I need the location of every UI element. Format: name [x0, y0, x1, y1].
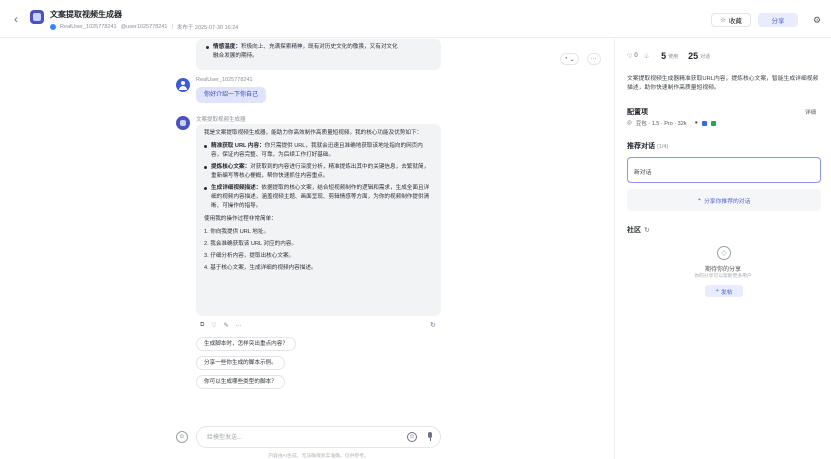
thumbs-down-icon[interactable]: ♤	[644, 53, 649, 60]
bot-avatar	[176, 116, 190, 130]
plus-icon: +	[715, 288, 719, 294]
bot-meta: RealUser_1025778241 @user1025778241 | 发布…	[50, 22, 238, 31]
empty-state-icon: ◇	[717, 246, 731, 260]
more-button[interactable]: ···	[586, 53, 601, 65]
suggestion-chip[interactable]: 你可以生成哪些类型的脚本？	[196, 375, 285, 389]
previous-bot-message: 情感温度：积极向上、充满探索精神，既有对历史文化的敬畏，又有对文化 融合发展的期待…	[196, 39, 441, 70]
bot-name: 文案提取视频生成器	[196, 117, 246, 123]
message-input-box: ☺	[196, 426, 441, 448]
plugin-icon: ●	[694, 120, 698, 126]
bot-title: 文案提取视频生成器	[50, 10, 122, 19]
step-item: 1. 你向我提供 URL 地址。	[204, 229, 270, 235]
top-bar: ‹ 文案提取视频生成器 RealUser_1025778241 @user102…	[0, 0, 831, 38]
config-detail-link[interactable]: 详细	[805, 108, 816, 116]
model-name: 豆包 · 1.5 · Pro · 32k	[635, 121, 687, 127]
recommend-item[interactable]: 新对话	[627, 157, 821, 183]
plugin-icon-green	[710, 120, 716, 126]
new-chat-icon[interactable]: ☺	[176, 431, 188, 443]
suggestion-chip[interactable]: 分享一些你生成的脚本示例。	[196, 356, 285, 370]
chats-stat: 25 对话	[688, 51, 711, 61]
empty-state-subtitle: 你的分享可以帮助更多用户	[694, 274, 752, 279]
publish-date: 发布于 2025-07-30 16:24	[176, 24, 239, 31]
chevron-down-icon: ⌄	[569, 56, 575, 63]
plugin-icon-blue	[701, 120, 707, 126]
publish-post-button[interactable]: + 发帖	[705, 285, 743, 297]
back-icon[interactable]: ‹	[10, 12, 22, 26]
disclaimer-text: 内容由AI生成，无法确保真实准确，仅供参考。	[268, 454, 369, 459]
gear-icon[interactable]: ⚙	[810, 13, 824, 27]
copy-icon[interactable]: ⧉	[200, 322, 204, 329]
author-avatar-icon	[50, 23, 56, 30]
author-id: @user1025778241	[120, 23, 168, 30]
model-icon: ◎	[627, 120, 632, 126]
share-recommend-button[interactable]: + 分享你推荐的对话	[627, 189, 821, 211]
users-stat: 5 使用	[661, 51, 679, 61]
feature-item: 提炼核心文案：对获取到的内容进行深度分析，精准提炼出其中的关键信息，去繁就简，重…	[204, 163, 433, 181]
regenerate-icon[interactable]: ↻	[430, 321, 436, 329]
bot-info-panel: ♡ 0 ♤ 5 使用 25 对话 文案提取视频生成器精准获取URL内容，提炼核心文案，…	[615, 39, 831, 459]
bot-avatar-small	[30, 10, 44, 24]
bot-description: 文案提取视频生成器精准获取URL内容，提炼核心文案，智能生成详细视频描述，助你快…	[627, 76, 819, 91]
feature-item: 精准获取 URL 内容：你只需提供 URL，我就会迅速且准确地获取该地址指向的网…	[204, 142, 433, 160]
message-actions: ⧉ ♡ ✎ ···	[200, 322, 242, 329]
refresh-icon[interactable]: ↻	[644, 226, 650, 234]
thumbs-up-icon: ♡	[627, 53, 633, 60]
config-title: 配置项	[627, 109, 648, 116]
star-icon: ☆	[720, 17, 726, 24]
community-title: 社区 ↻	[627, 226, 650, 234]
favorite-button[interactable]: ☆ 收藏	[711, 13, 751, 27]
intro-text: 我是文案提取视频生成器，能助力你高效制作高质量短视频。我的核心功能及优势如下：	[204, 130, 423, 136]
chat-area: ◔ ⌄ ··· 情感温度：积极向上、充满探索精神，既有对历史文化的敬畏，又有对文…	[0, 39, 614, 459]
config-row: ◎ 豆包 · 1.5 · Pro · 32k ●	[627, 119, 716, 127]
favorite-label: 收藏	[728, 18, 742, 25]
palette-icon: ◔	[564, 56, 568, 62]
usage-intro: 使用我的操作过程非常简单：	[204, 216, 277, 222]
feature-item: 生成详细视频描述：依据提取的核心文案，结合短视频制作的逻辑和需求，生成全面且详细…	[204, 184, 433, 211]
edit-icon[interactable]: ✎	[224, 322, 229, 329]
like-count[interactable]: ♡ 0	[627, 53, 638, 60]
list-item: 情感温度：积极向上、充满探索精神，既有对历史文化的敬畏，又有对文化 融合发展的期待…	[206, 43, 433, 61]
suggestion-chip[interactable]: 生成脚本时，怎样突出重点内容？	[196, 337, 296, 351]
bot-message: 我是文案提取视频生成器，能助力你高效制作高质量短视频。我的核心功能及优势如下： …	[196, 124, 441, 316]
user-message: 你好介绍一下你自己	[196, 87, 267, 103]
share-button[interactable]: 分享	[758, 13, 798, 27]
model-switch-button[interactable]: ◔ ⌄	[560, 53, 579, 65]
plus-icon: +	[697, 197, 701, 203]
author-name[interactable]: RealUser_1025778241	[60, 24, 117, 30]
chat-toolbar: ◔ ⌄ ···	[560, 53, 601, 65]
message-input[interactable]	[207, 431, 397, 445]
step-item: 4. 基于核心文案，生成详细的视频内容描述。	[204, 265, 317, 271]
step-item: 2. 我会准确获取该 URL 对应的内容。	[204, 241, 298, 247]
more-actions-icon[interactable]: ···	[236, 323, 242, 329]
bot-stats: ♡ 0 ♤ 5 使用 25 对话	[627, 51, 710, 61]
like-icon[interactable]: ♡	[211, 322, 216, 329]
recommend-title: 推荐对话 (1/4)	[627, 143, 669, 150]
microphone-icon[interactable]	[426, 431, 434, 443]
step-item: 3. 仔细分析内容，提取出核心文案。	[204, 253, 295, 259]
user-avatar	[176, 78, 190, 92]
user-name: RealUser_1025778241	[196, 77, 253, 83]
emoji-icon[interactable]: ☺	[407, 432, 417, 442]
